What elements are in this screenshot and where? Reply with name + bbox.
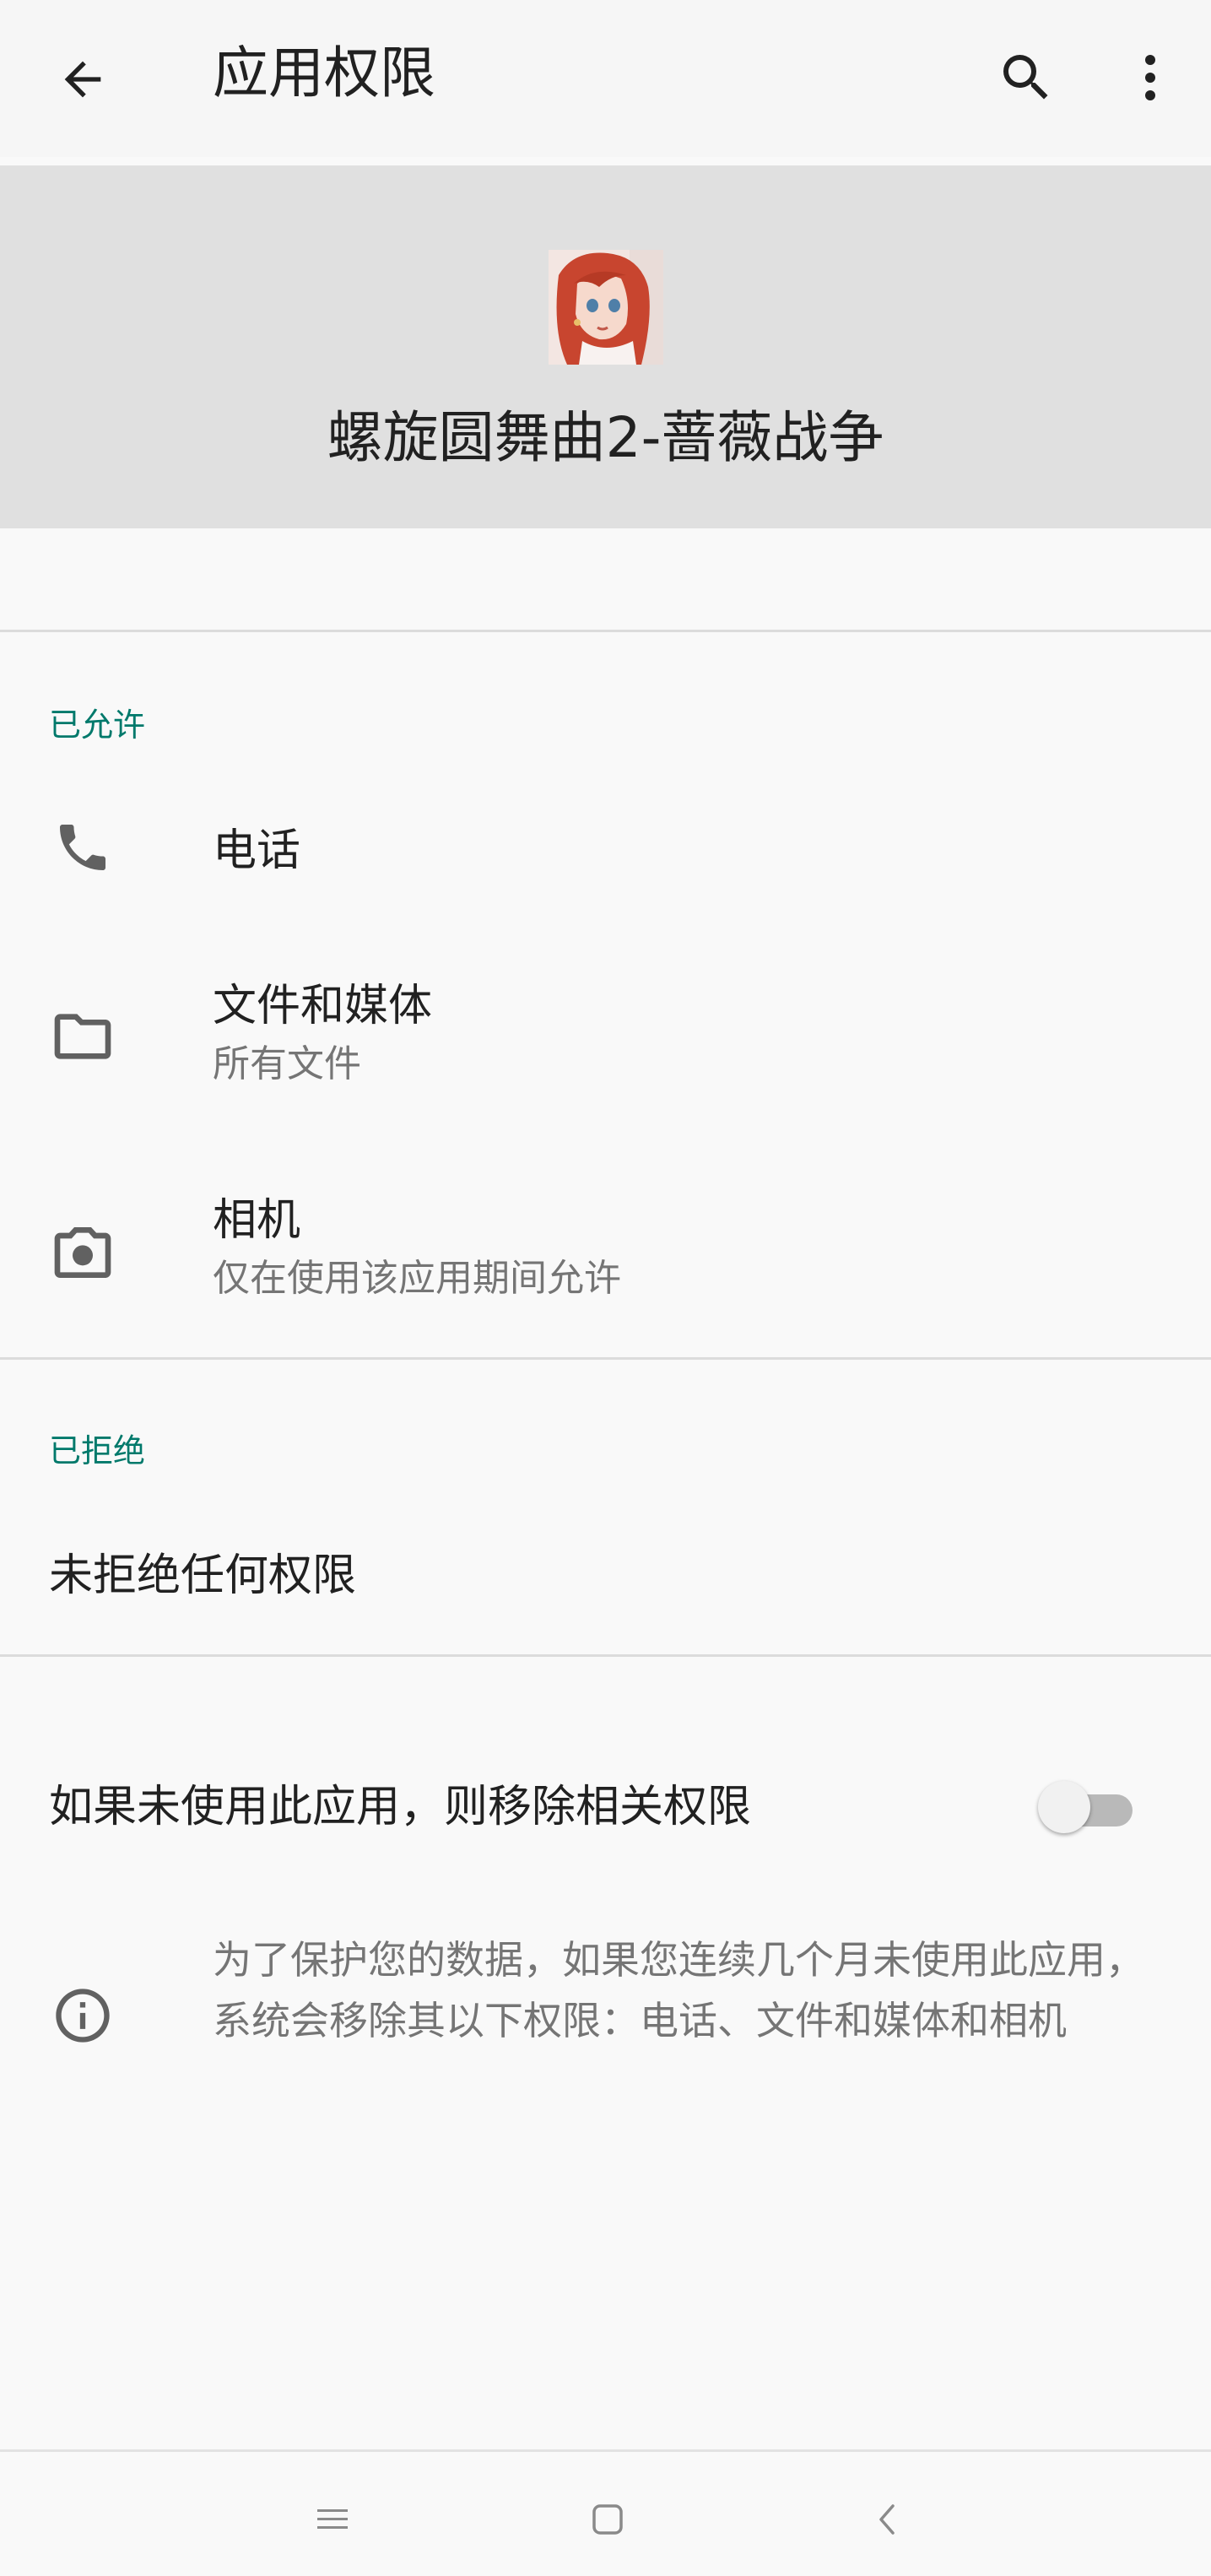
folder-icon (42, 996, 123, 1077)
more-vert-icon (1145, 55, 1155, 100)
search-icon (1003, 55, 1048, 100)
app-permissions-screen: 应用权限 螺旋圆舞曲2-蔷薇战争 已允许 电话 文件和媒体 所有文件 相机 仅在… (0, 0, 1211, 2576)
permission-label: 电话 (213, 825, 301, 876)
home-square-icon (592, 2504, 623, 2535)
search-button[interactable] (984, 35, 1068, 120)
permission-summary: 所有文件 (213, 1042, 361, 1085)
permission-label: 文件和媒体 (213, 981, 433, 1031)
permission-row-files-media[interactable]: 文件和媒体 所有文件 (0, 966, 1211, 1109)
auto-revoke-label[interactable]: 如果未使用此应用，则移除相关权限 (49, 1778, 751, 1837)
permission-label: 相机 (213, 1195, 301, 1246)
denied-section-title: 已拒绝 (49, 1432, 146, 1469)
divider (0, 630, 1211, 632)
auto-revoke-switch[interactable] (1036, 1778, 1138, 1837)
camera-icon (42, 1212, 123, 1293)
allowed-section-title: 已允许 (49, 706, 146, 744)
page-title: 应用权限 (213, 41, 435, 106)
auto-revoke-info-text: 为了保护您的数据，如果您连续几个月未使用此应用，系统会移除其以下权限：电话、文件… (213, 1937, 1144, 2043)
phone-icon (42, 807, 123, 888)
permission-row-camera[interactable]: 相机 仅在使用该应用期间允许 (0, 1180, 1211, 1323)
no-denied-permissions-text: 未拒绝任何权限 (49, 1550, 357, 1601)
back-button[interactable] (42, 39, 123, 120)
home-button[interactable] (574, 2486, 641, 2553)
nav-back-button[interactable] (854, 2486, 922, 2553)
recents-button[interactable] (299, 2486, 366, 2553)
permission-summary: 仅在使用该应用期间允许 (213, 1257, 621, 1300)
info-icon (42, 1975, 123, 2056)
divider (0, 1357, 1211, 1360)
app-name: 螺旋圆舞曲2-蔷薇战争 (327, 405, 884, 470)
switch-thumb (1038, 1781, 1090, 1833)
menu-icon (317, 2509, 348, 2529)
permission-row-phone[interactable]: 电话 (0, 802, 1211, 903)
more-options-button[interactable] (1112, 35, 1188, 120)
app-avatar-icon (549, 250, 663, 365)
top-app-bar: 应用权限 (0, 0, 1211, 157)
back-chevron-icon (879, 2504, 895, 2535)
app-header: 螺旋圆舞曲2-蔷薇战争 (0, 165, 1211, 528)
divider (0, 1654, 1211, 1657)
system-navigation-bar (0, 2449, 1211, 2576)
arrow-back-icon (64, 61, 101, 98)
